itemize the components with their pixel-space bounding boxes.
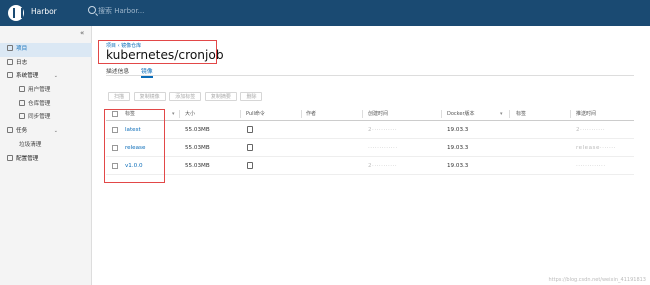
chevron-down-icon: ⌄ [53,128,58,135]
page-title: kubernetes/cronjob [106,48,224,62]
collapse-sidebar-button[interactable]: « [80,29,84,37]
global-search[interactable]: 搜索 Harbor... [88,6,144,16]
tab-images[interactable]: 镜像 [141,69,153,78]
sidebar-item-label: 垃圾清理 [19,141,42,148]
column-divider [441,110,442,118]
column-docker-version[interactable]: Docker版本 [447,107,475,121]
push-time-value: 2··········· [576,127,606,133]
size-value: 55.03MB [185,163,210,169]
log-icon [7,58,13,65]
sidebar: « 项目 日志 系统管理 ⌄ 用户管理 仓库管理 同步管理 任务 ⌄ 垃圾清理 配置… [0,26,92,285]
copy-pull-command[interactable] [247,121,253,141]
sidebar-item-label: 任务 [16,128,28,135]
column-divider [570,110,571,118]
table-row[interactable]: v1.0.0 55.03MB 2··········· 19.03.3 ····… [106,157,634,175]
column-created[interactable]: 创建时间 [368,107,388,121]
copy-pull-command[interactable] [247,139,253,159]
sidebar-item-registries[interactable]: 仓库管理 [0,98,92,112]
sidebar-item-label: 日志 [16,59,28,66]
copy-icon [247,126,253,133]
table-row[interactable]: latest 55.03MB 2··········· 19.03.3 2···… [106,121,634,139]
images-table: 标签 ▾ 大小 Pull命令 作者 创建时间 Docker版本 ▾ 标签 推送时… [106,107,634,175]
sidebar-item-replications[interactable]: 同步管理 [0,111,92,125]
toolbar: 扫描 复制镜像 添加标签 复制摘要 删除 [108,92,264,101]
main-content: 项目 ‹ 镜像仓库 kubernetes/cronjob 描述信息 镜像 扫描 … [93,26,650,285]
push-time-value: release······· [576,145,616,151]
size-value: 55.03MB [185,145,210,151]
search-icon [88,6,96,14]
registry-icon [19,99,25,106]
sidebar-item-logs[interactable]: 日志 [0,57,92,71]
harbor-logo[interactable] [8,5,24,21]
sidebar-item-administration[interactable]: 系统管理 ⌄ [0,70,92,84]
column-divider [301,110,302,118]
watermark: https://blog.csdn.net/weixin_41191813 [548,277,646,283]
top-navbar: Harbor 搜索 Harbor... [0,0,650,26]
table-header: 标签 ▾ 大小 Pull命令 作者 创建时间 Docker版本 ▾ 标签 推送时… [106,107,634,121]
column-divider [179,110,180,118]
column-divider [509,110,510,118]
replication-icon [19,113,25,120]
sidebar-item-label: 用户管理 [28,87,51,94]
push-time-value: ············· [576,163,606,169]
add-label-button[interactable]: 添加标签 [169,92,202,101]
copy-image-button[interactable]: 复制镜像 [133,92,166,101]
copy-icon [247,162,253,169]
tab-divider [106,75,634,76]
created-value: 2··········· [368,127,398,133]
sidebar-item-label: 同步管理 [28,114,51,121]
copy-icon [247,144,253,151]
sidebar-item-label: 仓库管理 [28,100,51,107]
sidebar-item-projects[interactable]: 项目 [0,43,92,57]
delete-button[interactable]: 删除 [240,92,263,101]
task-icon [7,127,13,134]
sidebar-item-label: 项目 [16,46,28,52]
settings-icon [7,72,13,79]
chevron-down-icon: ⌄ [53,73,58,80]
docker-version-value: 19.03.3 [447,145,469,151]
created-value: 2··········· [368,163,398,169]
table-row[interactable]: release 55.03MB ············· 19.03.3 re… [106,139,634,157]
users-icon [19,86,25,93]
size-value: 55.03MB [185,127,210,133]
column-labels[interactable]: 标签 [516,107,526,121]
config-icon [7,154,13,161]
column-push-time[interactable]: 推送时间 [576,107,596,121]
docker-version-value: 19.03.3 [447,163,469,169]
highlight-box-tags [104,109,165,183]
column-pull-command[interactable]: Pull命令 [246,107,265,121]
project-icon [7,45,13,51]
copy-pull-command[interactable] [247,157,253,177]
column-author[interactable]: 作者 [306,107,316,121]
column-divider [240,110,241,118]
sort-icon[interactable]: ▾ [172,107,175,121]
tab-bar: 描述信息 镜像 [106,66,163,78]
docker-version-value: 19.03.3 [447,127,469,133]
sidebar-item-tasks[interactable]: 任务 ⌄ [0,125,92,139]
column-divider [362,110,363,118]
sidebar-nav: 项目 日志 系统管理 ⌄ 用户管理 仓库管理 同步管理 任务 ⌄ 垃圾清理 配置管理 [0,43,92,166]
sidebar-item-label: 配置管理 [16,155,39,162]
filter-icon[interactable]: ▾ [500,107,503,121]
column-size[interactable]: 大小 [185,107,195,121]
sidebar-item-users[interactable]: 用户管理 [0,84,92,98]
sidebar-item-configuration[interactable]: 配置管理 [0,153,92,167]
brand-name[interactable]: Harbor [31,7,57,16]
search-placeholder: 搜索 Harbor... [98,7,145,15]
copy-digest-button[interactable]: 复制摘要 [204,92,237,101]
scan-button[interactable]: 扫描 [108,92,131,101]
sidebar-item-garbage-collection[interactable]: 垃圾清理 [0,139,92,153]
sidebar-item-label: 系统管理 [16,73,39,80]
created-value: ············· [368,145,398,151]
